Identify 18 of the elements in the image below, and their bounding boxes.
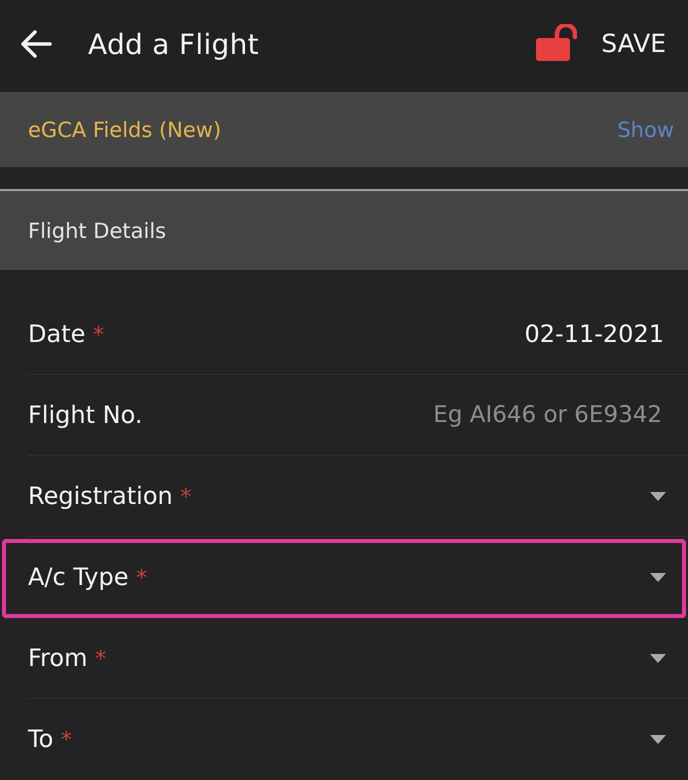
- save-button[interactable]: SAVE: [601, 24, 666, 62]
- dropdown-caret-icon[interactable]: [650, 734, 666, 744]
- back-arrow-icon[interactable]: [20, 30, 52, 58]
- input-field[interactable]: Eg AI646 or 6E9342: [388, 398, 666, 432]
- field-label: Flight No.: [28, 401, 142, 429]
- page-title: Add a Flight: [88, 28, 259, 60]
- dropdown-caret-icon[interactable]: [650, 492, 666, 500]
- field-label: To *: [28, 725, 72, 753]
- date-value[interactable]: 02-11-2021: [524, 320, 664, 348]
- field-label: Date *: [28, 320, 104, 348]
- field-label: Registration *: [28, 482, 192, 510]
- dropdown-caret-icon[interactable]: [650, 654, 666, 662]
- field-label: From *: [28, 644, 106, 672]
- section-title: Flight Details: [28, 218, 166, 242]
- unlocked-padlock-icon[interactable]: [536, 24, 578, 60]
- field-label: A/c Type *: [28, 563, 148, 591]
- bar-label: eGCA Fields (New): [28, 118, 222, 142]
- dropdown-caret-icon[interactable]: [650, 572, 666, 582]
